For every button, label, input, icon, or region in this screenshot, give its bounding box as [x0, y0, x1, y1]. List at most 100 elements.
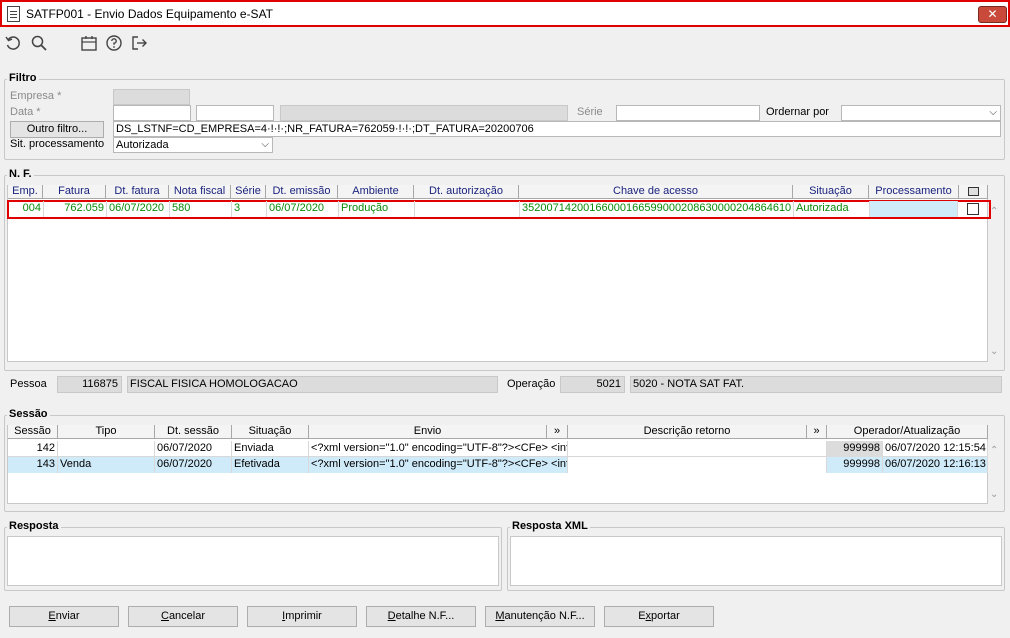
- cell-envio: <?xml version="1.0" encoding="UTF-8"?><C…: [309, 457, 568, 473]
- cell-fatura: 762.059: [44, 201, 107, 217]
- window-title: SATFP001 - Envio Dados Equipamento e-SAT: [26, 7, 274, 21]
- scroll-down-icon[interactable]: ⌄: [990, 346, 998, 357]
- checkbox-icon[interactable]: [967, 187, 979, 196]
- col-dt-emissao[interactable]: Dt. emissão: [266, 185, 338, 199]
- cell-tipo: Venda: [58, 457, 155, 473]
- cell-dt-sessao: 06/07/2020: [155, 457, 232, 473]
- calendar-icon[interactable]: [80, 34, 98, 52]
- document-icon: [7, 6, 20, 22]
- cell-situacao: Efetivada: [232, 457, 309, 473]
- ordenar-select[interactable]: ⌵: [841, 105, 1001, 121]
- imprimir-label: mprimir: [285, 610, 322, 622]
- help-icon[interactable]: [105, 34, 123, 52]
- cell-emp: 004: [9, 201, 44, 217]
- operacao-name: 5020 - NOTA SAT FAT.: [630, 376, 1002, 393]
- manutencao-label: anutenção N.F...: [504, 610, 585, 622]
- col-ambiente[interactable]: Ambiente: [338, 185, 414, 199]
- col-chave-acesso[interactable]: Chave de acesso: [519, 185, 793, 199]
- resposta-textarea[interactable]: [7, 536, 499, 586]
- row-checkbox[interactable]: [967, 203, 979, 215]
- sessao-title: Sessão: [7, 408, 50, 420]
- cell-atualizacao: 06/07/2020 12:16:13: [883, 457, 988, 473]
- scroll-up-icon[interactable]: ⌃: [990, 206, 998, 217]
- cancelar-mnemonic: C: [160, 610, 169, 622]
- exportar-prefix: E: [638, 610, 646, 622]
- manutencao-nf-button[interactable]: Manutenção N.F...: [485, 606, 595, 627]
- pessoa-code: 116875: [57, 376, 122, 393]
- col-operador-atualizacao[interactable]: Operador/Atualização: [827, 425, 988, 439]
- col-dt-autorizacao[interactable]: Dt. autorização: [414, 185, 519, 199]
- col-situacao[interactable]: Situação: [232, 425, 309, 439]
- operacao-label: Operação: [507, 378, 556, 390]
- table-row[interactable]: 142 06/07/2020 Enviada <?xml version="1.…: [8, 441, 988, 457]
- col-descricao-retorno[interactable]: Descrição retorno: [568, 425, 807, 439]
- cell-sessao: 143: [8, 457, 58, 473]
- detalhe-nf-button[interactable]: Detalhe N.F...: [366, 606, 476, 627]
- col-situacao[interactable]: Situação: [793, 185, 869, 199]
- refresh-icon[interactable]: [4, 34, 22, 52]
- cell-processamento: [870, 201, 958, 217]
- outro-filtro-button[interactable]: Outro filtro...: [10, 121, 104, 138]
- manutencao-mnemonic: M: [495, 610, 505, 622]
- cell-sessao: 142: [8, 441, 58, 457]
- exportar-label: portar: [651, 610, 680, 622]
- enviar-mnemonic: E: [48, 610, 56, 622]
- exit-icon[interactable]: [130, 34, 148, 52]
- cell-dt-autorizacao: [415, 201, 520, 217]
- cell-nota-fiscal: 580: [170, 201, 232, 217]
- table-row[interactable]: 004 762.059 06/07/2020 580 3 06/07/2020 …: [9, 201, 989, 217]
- col-emp[interactable]: Emp.: [8, 185, 43, 199]
- col-fatura[interactable]: Fatura: [43, 185, 106, 199]
- resposta-xml-textarea[interactable]: [510, 536, 1002, 586]
- pessoa-name: FISCAL FISICA HOMOLOGACAO: [127, 376, 498, 393]
- cell-dt-emissao: 06/07/2020: [267, 201, 339, 217]
- outro-filtro-button-label: Outro filtro...: [26, 123, 88, 135]
- chevron-down-icon: ⌵: [261, 139, 269, 150]
- scroll-up-icon[interactable]: ⌃: [990, 445, 998, 456]
- empresa-field[interactable]: [113, 89, 190, 105]
- cell-operador: 999998: [827, 441, 883, 457]
- detalhe-label: etalhe N.F...: [395, 610, 455, 622]
- cell-ambiente: Produção: [339, 201, 415, 217]
- imprimir-button[interactable]: Imprimir: [247, 606, 357, 627]
- data-end-field[interactable]: [196, 105, 274, 121]
- serie-field[interactable]: [616, 105, 760, 121]
- nf-title: N. F.: [7, 168, 34, 180]
- cell-situacao: Autorizada: [794, 201, 870, 217]
- data-start-field[interactable]: [113, 105, 191, 121]
- col-sessao[interactable]: Sessão: [8, 425, 58, 439]
- scroll-down-icon[interactable]: ⌄: [990, 489, 998, 500]
- exportar-button[interactable]: Exportar: [604, 606, 714, 627]
- col-dt-fatura[interactable]: Dt. fatura: [106, 185, 169, 199]
- col-processamento[interactable]: Processamento: [869, 185, 959, 199]
- chevron-down-icon: ⌵: [989, 107, 997, 118]
- cell-situacao: Enviada: [232, 441, 309, 457]
- enviar-button[interactable]: Enviar: [9, 606, 119, 627]
- pessoa-label: Pessoa: [10, 378, 47, 390]
- cell-envio: <?xml version="1.0" encoding="UTF-8"?><C…: [309, 441, 568, 457]
- data-extra-field: [280, 105, 568, 121]
- col-envio[interactable]: Envio: [309, 425, 547, 439]
- col-dt-sessao[interactable]: Dt. sessão: [155, 425, 232, 439]
- empresa-label: Empresa *: [10, 90, 62, 102]
- cell-serie: 3: [232, 201, 267, 217]
- cell-dt-fatura: 06/07/2020: [107, 201, 170, 217]
- cell-dt-sessao: 06/07/2020: [155, 441, 232, 457]
- table-row[interactable]: 143 Venda 06/07/2020 Efetivada <?xml ver…: [8, 457, 988, 473]
- col-serie[interactable]: Série: [231, 185, 266, 199]
- sit-processamento-select[interactable]: Autorizada ⌵: [113, 137, 273, 153]
- search-icon[interactable]: [30, 34, 48, 52]
- sit-processamento-value: Autorizada: [116, 139, 169, 151]
- cell-atualizacao: 06/07/2020 12:15:54: [883, 441, 988, 457]
- outro-filtro-field[interactable]: DS_LSTNF=CD_EMPRESA=4·!·!·;NR_FATURA=762…: [113, 121, 1001, 137]
- expand-envio-button[interactable]: »: [547, 425, 568, 439]
- cell-descricao: [568, 441, 827, 457]
- expand-descricao-button[interactable]: »: [807, 425, 827, 439]
- col-nota-fiscal[interactable]: Nota fiscal: [169, 185, 231, 199]
- cancelar-button[interactable]: Cancelar: [128, 606, 238, 627]
- title-bar: SATFP001 - Envio Dados Equipamento e-SAT…: [0, 0, 1010, 27]
- select-all-checkbox-header[interactable]: [959, 185, 988, 199]
- col-tipo[interactable]: Tipo: [58, 425, 155, 439]
- close-button[interactable]: ✕: [978, 6, 1007, 23]
- cell-chave-acesso: 3520071420016600016659900020863000020486…: [520, 201, 794, 217]
